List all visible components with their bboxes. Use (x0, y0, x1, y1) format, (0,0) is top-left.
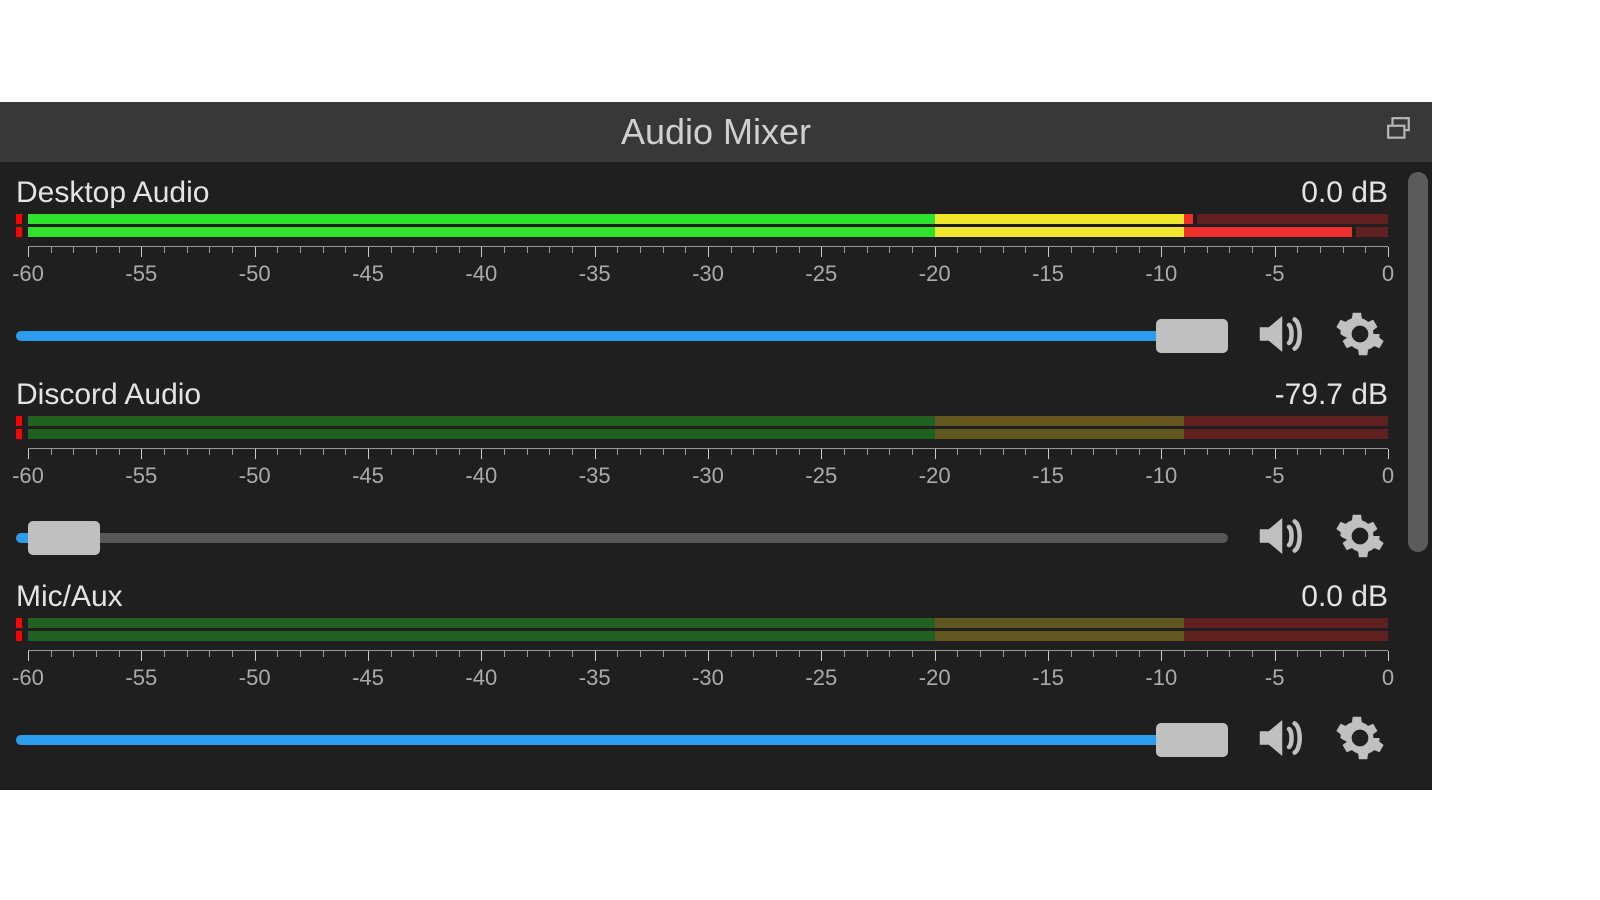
db-scale: -60-55-50-45-40-35-30-25-20-15-10-50 (16, 448, 1388, 492)
mixer-channel: Discord Audio -79.7 dB (0, 364, 1420, 566)
channel-level: 0.0 dB (1301, 580, 1388, 614)
channel-level: 0.0 dB (1301, 176, 1388, 210)
volume-slider[interactable] (16, 725, 1228, 755)
audio-mixer-panel: Audio Mixer Desktop Audio 0.0 dB (0, 102, 1432, 790)
mixer-channel: Mic/Aux 0.0 dB (0, 566, 1420, 768)
speaker-icon (1253, 711, 1307, 770)
scrollbar-thumb[interactable] (1408, 172, 1428, 552)
volume-slider[interactable] (16, 321, 1228, 351)
gear-icon (1335, 511, 1385, 566)
dock-toggle-button[interactable] (1384, 116, 1416, 144)
mute-button[interactable] (1252, 510, 1308, 566)
db-scale: -60-55-50-45-40-35-30-25-20-15-10-50 (16, 650, 1388, 694)
volume-slider[interactable] (16, 523, 1228, 553)
mute-button[interactable] (1252, 712, 1308, 768)
channel-name: Discord Audio (16, 378, 201, 412)
speaker-icon (1253, 509, 1307, 568)
dock-window-icon (1384, 116, 1414, 142)
channel-settings-button[interactable] (1332, 712, 1388, 768)
mixer-channel: Desktop Audio 0.0 dB (0, 162, 1420, 364)
channel-meter (16, 214, 1388, 244)
channel-level: -79.7 dB (1275, 378, 1388, 412)
speaker-icon (1253, 307, 1307, 366)
channel-name: Mic/Aux (16, 580, 123, 614)
db-scale: -60-55-50-45-40-35-30-25-20-15-10-50 (16, 246, 1388, 290)
channel-meter (16, 416, 1388, 446)
mixer-body: Desktop Audio 0.0 dB (0, 162, 1432, 790)
mute-button[interactable] (1252, 308, 1308, 364)
gear-icon (1335, 309, 1385, 364)
panel-titlebar: Audio Mixer (0, 102, 1432, 162)
gear-icon (1335, 713, 1385, 768)
channel-meter (16, 618, 1388, 648)
panel-title: Audio Mixer (0, 111, 1432, 153)
channel-name: Desktop Audio (16, 176, 209, 210)
channel-settings-button[interactable] (1332, 510, 1388, 566)
channel-settings-button[interactable] (1332, 308, 1388, 364)
